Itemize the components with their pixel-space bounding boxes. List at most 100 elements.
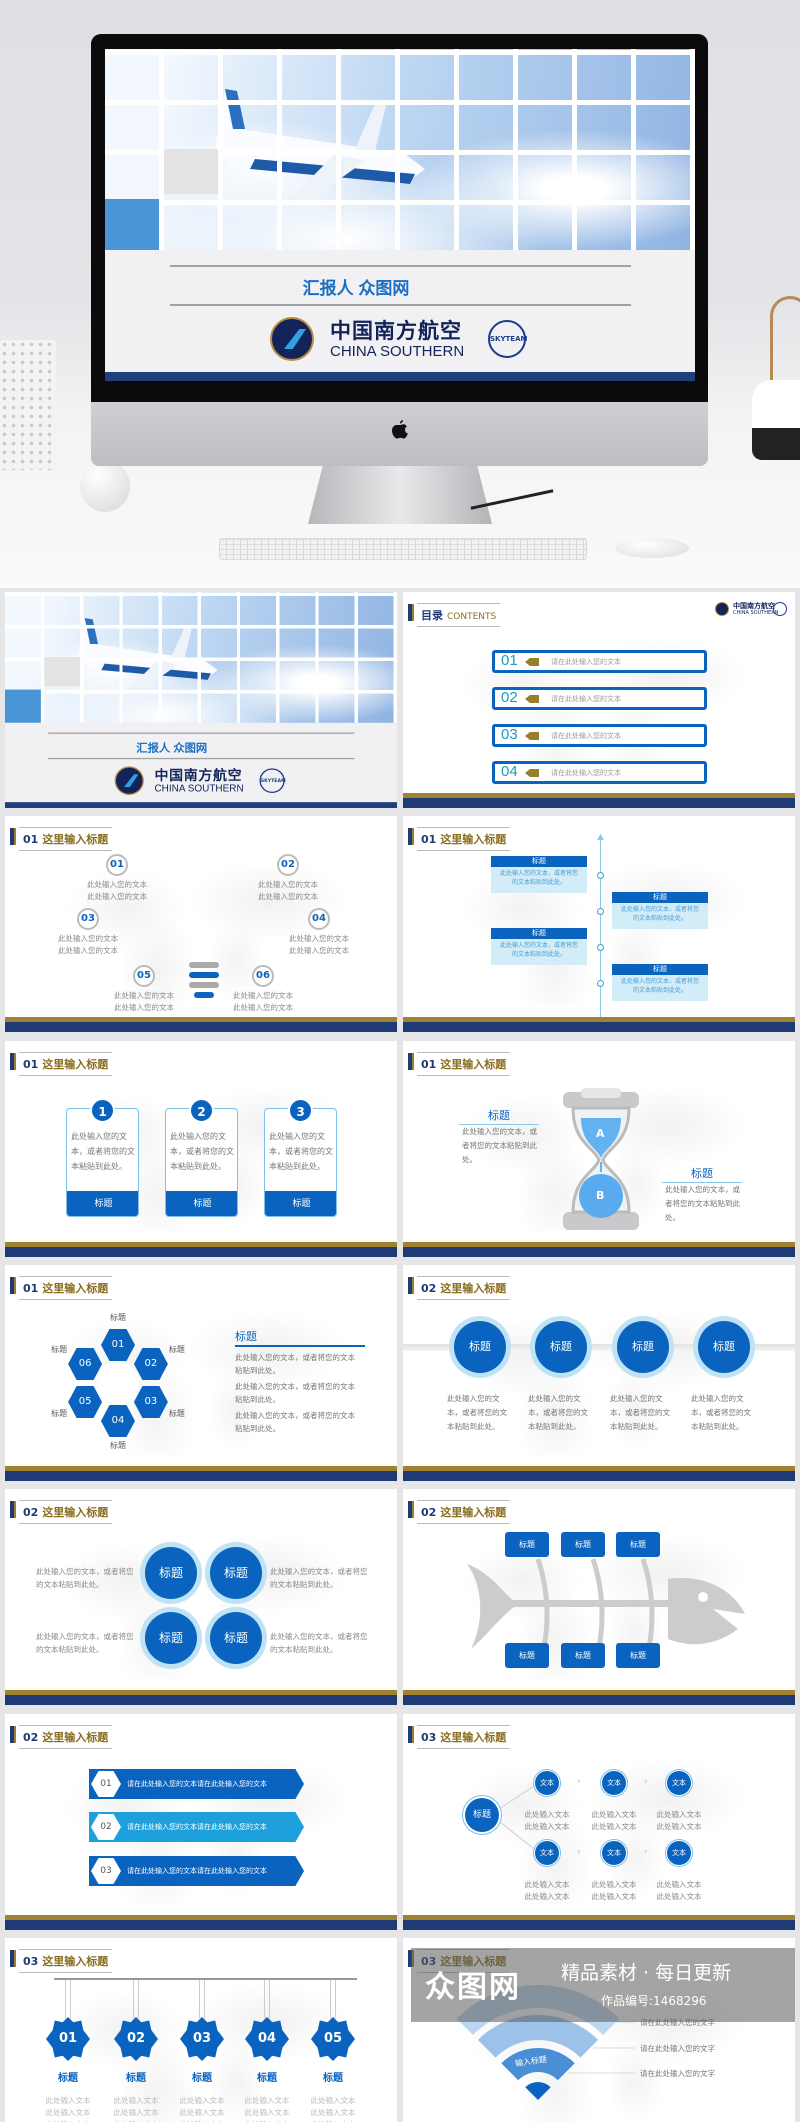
toc-item[interactable]: 04 请在此处输入您的文本 bbox=[492, 761, 707, 784]
timeline-card-title: 标题 bbox=[491, 928, 587, 939]
footer-navy-band bbox=[403, 1247, 795, 1257]
footer-navy-band bbox=[403, 1920, 795, 1930]
section-number: 02 bbox=[421, 1282, 437, 1295]
fish-box-top: 标题 bbox=[505, 1532, 549, 1557]
node-text: 此处输入文本 此处输入文本 bbox=[589, 1809, 639, 1833]
point-text: 此处输入您的文本 此处输入您的文本 bbox=[284, 933, 354, 957]
timeline-dot bbox=[597, 872, 604, 879]
node-line-1: 此处输入文本 bbox=[524, 1880, 570, 1889]
watermark-slogan: 精品素材 · 每日更新 bbox=[561, 1962, 732, 1984]
slide-cover: 汇报人 众图网 中国南方航空 CHINA SOUTHERN SKYTEAM bbox=[5, 592, 397, 808]
circle-title: 标题 bbox=[210, 1612, 262, 1664]
divider-bottom bbox=[48, 757, 355, 760]
slide-wifi-arcs: 03这里输入标题输入标题请在此处输入您的文字请在此处输入您的文字请在此处输入您的… bbox=[403, 1938, 795, 2122]
timeline-card-title: 标题 bbox=[612, 964, 708, 975]
tag-arrow-icon bbox=[525, 769, 539, 777]
side-text: 此处输入您的文本，或者将您的文本粘贴到此处。 bbox=[462, 1127, 537, 1164]
timeline-dot bbox=[597, 908, 604, 915]
side-title: 标题 bbox=[459, 1107, 539, 1125]
point-text: 此处输入您的文本 此处输入您的文本 bbox=[228, 990, 298, 1014]
petal-label: 标题 bbox=[110, 1441, 126, 1450]
skyteam-logo-icon: SKYTEAM bbox=[488, 320, 527, 358]
section-number: 02 bbox=[421, 1506, 437, 1519]
section-title-text: 这里输入标题 bbox=[42, 833, 109, 846]
node-line-2: 此处输入文本 bbox=[591, 1892, 637, 1901]
info-card: 此处输入您的文本，或者将您的文本粘贴到此处。 标题 bbox=[66, 1108, 139, 1217]
airline-name-en: CHINA SOUTHERN bbox=[154, 783, 244, 795]
slide-arrow-list: 02 这里输入标题 01 请在此处输入您的文本请在此处输入您的文本 02 请在此处输入您的… bbox=[5, 1714, 397, 1930]
airline-name-cn: 中国南方航空 bbox=[154, 767, 243, 784]
china-southern-logo-icon bbox=[114, 766, 144, 795]
hanging-string bbox=[264, 1980, 270, 2020]
point-text: 此处输入您的文本 此处输入您的文本 bbox=[82, 879, 152, 903]
petal-label: 标题 bbox=[168, 1345, 185, 1354]
chevron-right-icon: › bbox=[577, 1847, 581, 1857]
node-line-2: 此处输入文本 bbox=[524, 1892, 570, 1901]
flow-node: 文本 bbox=[667, 1841, 691, 1865]
timeline-card-title: 标题 bbox=[612, 892, 708, 903]
fish-box-bottom: 标题 bbox=[616, 1643, 660, 1668]
monitor-stand bbox=[308, 466, 492, 524]
badge-text: 此处输入文本 bbox=[113, 2108, 159, 2117]
number-circle: 03 bbox=[77, 908, 99, 930]
flow-node: 文本 bbox=[667, 1771, 691, 1795]
footer-navy-band bbox=[403, 1022, 795, 1032]
node-text: 此处输入文本 此处输入文本 bbox=[589, 1879, 639, 1903]
slide-hanging-badges: 03这里输入标题01标题此处输入文本此处输入文本此处输入文本02标题此处输入文本… bbox=[5, 1938, 397, 2122]
section-title-text: 这里输入标题 bbox=[440, 1506, 507, 1519]
point-text: 此处输入您的文本 此处输入您的文本 bbox=[109, 990, 179, 1014]
hanging-rail bbox=[54, 1978, 357, 1980]
card-text: 此处输入您的文本，或者将您的文本粘贴到此处。 bbox=[269, 1132, 333, 1171]
node-line-2: 此处输入文本 bbox=[591, 1822, 637, 1831]
timeline-card-text: 此处输入您的文本，或者将您的文本粘贴到此处。 bbox=[620, 978, 699, 994]
point-line-2: 此处输入您的文本 bbox=[114, 1003, 174, 1012]
section-title-text: 这里输入标题 bbox=[440, 1058, 507, 1071]
hanging-string bbox=[330, 1980, 336, 2020]
side-title: 标题 bbox=[235, 1328, 365, 1347]
slide-timeline: 01 这里输入标题 标题 此处输入您的文本，或者将您的文本粘贴到此处。 标题 此处输入您的… bbox=[403, 816, 795, 1032]
header-accent bbox=[14, 1501, 16, 1518]
badge-title: 标题 bbox=[192, 2073, 212, 2084]
flow-node: 文本 bbox=[535, 1841, 559, 1865]
point-line-1: 此处输入您的文本 bbox=[289, 934, 349, 943]
footer-navy-band bbox=[5, 1695, 397, 1705]
section-title: 02 这里输入标题 bbox=[417, 1276, 511, 1300]
toc-item[interactable]: 01 请在此处输入您的文本 bbox=[492, 650, 707, 673]
chevron-right-icon: › bbox=[644, 1777, 648, 1787]
mouse bbox=[615, 538, 689, 558]
section-title: 01 这里输入标题 bbox=[19, 1276, 113, 1300]
stack-bar bbox=[189, 982, 219, 988]
stack-bar bbox=[189, 972, 219, 978]
section-title-text: 这里输入标题 bbox=[42, 1506, 109, 1519]
circle-title: 标题 bbox=[698, 1321, 750, 1373]
side-text: 此处输入您的文本，或者将您的文本粘贴到此处。 bbox=[665, 1185, 740, 1222]
toc-item[interactable]: 03 请在此处输入您的文本 bbox=[492, 724, 707, 747]
section-title: 03这里输入标题 bbox=[19, 1949, 113, 1973]
hanging-string bbox=[65, 1980, 71, 2020]
node-text: 此处输入文本 此处输入文本 bbox=[522, 1809, 572, 1833]
toc-number: 04 bbox=[501, 763, 518, 780]
section-title: 02 这里输入标题 bbox=[19, 1725, 113, 1749]
ball-decoration bbox=[80, 460, 130, 512]
china-southern-logo-icon bbox=[270, 317, 314, 361]
footer-navy-band bbox=[5, 1247, 397, 1257]
toc-item[interactable]: 02 请在此处输入您的文本 bbox=[492, 687, 707, 710]
section-number: 01 bbox=[23, 833, 39, 846]
blue-tile bbox=[105, 199, 159, 250]
divider-top bbox=[170, 265, 631, 267]
point-line-1: 此处输入您的文本 bbox=[233, 991, 293, 1000]
fish-box-top: 标题 bbox=[561, 1532, 605, 1557]
tag-arrow-icon bbox=[525, 732, 539, 740]
apple-logo-icon bbox=[392, 420, 408, 439]
hanging-string bbox=[199, 1980, 205, 2020]
header-accent bbox=[412, 1501, 414, 1518]
badge-text: 此处输入文本 bbox=[244, 2108, 290, 2117]
circle-title: 标题 bbox=[617, 1321, 669, 1373]
node-line-1: 此处输入文本 bbox=[591, 1880, 637, 1889]
section-number: 01 bbox=[421, 1058, 437, 1071]
circle-title: 标题 bbox=[145, 1547, 197, 1599]
node-line-2: 此处输入文本 bbox=[524, 1822, 570, 1831]
info-card: 此处输入您的文本，或者将您的文本粘贴到此处。 标题 bbox=[264, 1108, 337, 1217]
petal-label: 标题 bbox=[110, 1313, 126, 1322]
header-accent bbox=[412, 1277, 414, 1294]
